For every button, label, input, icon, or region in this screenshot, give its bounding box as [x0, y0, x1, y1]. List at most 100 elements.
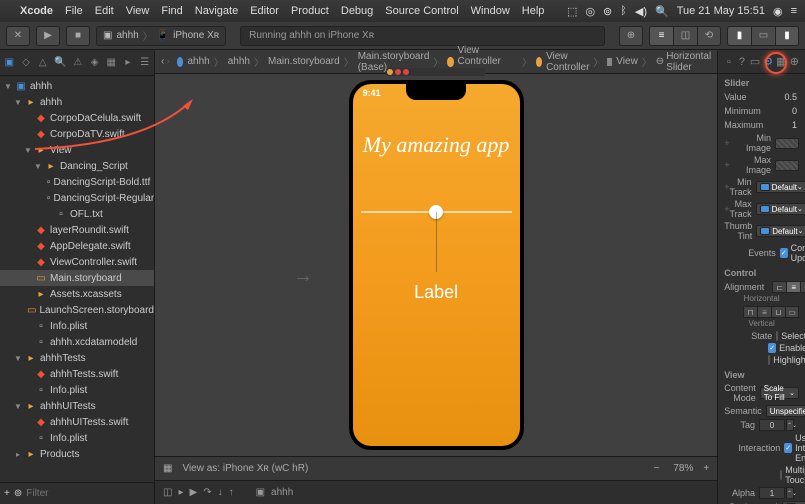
run-button[interactable]: ▶ — [36, 26, 60, 46]
report-tab[interactable]: ☰ — [139, 56, 150, 70]
tree-row[interactable]: ◆AppDelegate.swift — [0, 238, 154, 254]
slider-min[interactable]: 0 — [765, 106, 799, 116]
menu-find[interactable]: Find — [161, 5, 182, 17]
slider-value[interactable]: 0.5 — [751, 92, 799, 102]
filter-input[interactable] — [26, 488, 158, 499]
step-in[interactable]: ↓ — [218, 487, 223, 498]
continue-button[interactable]: ▶ — [189, 487, 197, 498]
jump-file[interactable]: Main.storyboard — [268, 56, 340, 67]
view-as[interactable]: View as: iPhone Xʀ (wC hR) — [182, 463, 308, 474]
tag-stepper[interactable]: ⌃⌄ — [759, 419, 799, 431]
menu-product[interactable]: Product — [291, 5, 329, 17]
standard-editor-button[interactable]: ≡ — [649, 26, 673, 46]
size-inspector-tab[interactable]: ▦ — [775, 54, 788, 70]
max-image[interactable] — [775, 160, 799, 171]
tree-row[interactable]: ◆ViewController.swift — [0, 254, 154, 270]
menu-file[interactable]: File — [65, 5, 83, 17]
zoom-out[interactable]: − — [654, 463, 660, 474]
toggle-navigator-button[interactable]: ▮ — [727, 26, 751, 46]
tree-row[interactable]: ▭LaunchScreen.storyboard — [0, 302, 154, 318]
tree-row[interactable]: ◆ahhhUITests.swift — [0, 414, 154, 430]
breakpoint-toggle[interactable]: ▸ — [178, 487, 183, 498]
symbol-tab[interactable]: △ — [37, 56, 48, 70]
tree-row[interactable]: ▭Main.storyboard — [0, 270, 154, 286]
jump-project[interactable]: ahhh — [187, 56, 209, 67]
find-tab[interactable]: 🔍 — [54, 56, 66, 70]
tree-row[interactable]: ▼▸View — [0, 142, 154, 158]
menu-view[interactable]: View — [126, 5, 150, 17]
tree-row[interactable]: ▫ahhh.xcdatamodeld — [0, 334, 154, 350]
debug-tab[interactable]: ▦ — [106, 56, 117, 70]
dropbox-icon[interactable]: ⬚ — [567, 5, 577, 18]
issue-tab[interactable]: ⚠ — [73, 56, 84, 70]
zoom-value[interactable]: 78% — [673, 463, 693, 474]
jump-view[interactable]: View — [616, 56, 638, 67]
tree-row[interactable]: ▫Info.plist — [0, 430, 154, 446]
continuous-check[interactable]: ✓ — [780, 248, 788, 258]
tree-row[interactable]: ▼▸Dancing_Script — [0, 158, 154, 174]
tree-row[interactable]: ▫OFL.txt — [0, 206, 154, 222]
wifi-icon[interactable]: ⊚ — [603, 5, 612, 18]
outline-toggle[interactable]: ▦ — [163, 463, 172, 474]
source-control-tab[interactable]: ◇ — [21, 56, 32, 70]
add-button[interactable]: + — [4, 488, 10, 499]
version-editor-button[interactable]: ⟲ — [697, 26, 721, 46]
stop-button[interactable]: ■ — [66, 26, 90, 46]
slider-max[interactable]: 1 — [767, 120, 799, 130]
test-tab[interactable]: ◈ — [89, 56, 100, 70]
menu-window[interactable]: Window — [471, 5, 510, 17]
file-inspector-tab[interactable]: ▫ — [722, 54, 735, 70]
jump-vc[interactable]: View Controller — [546, 51, 589, 73]
toggle-debug-button[interactable]: ▭ — [751, 26, 775, 46]
max-track[interactable]: Default — [756, 203, 805, 215]
help-inspector-tab[interactable]: ? — [735, 54, 748, 70]
content-mode[interactable]: Scale To Fill — [760, 387, 799, 399]
selected-check[interactable] — [776, 331, 778, 341]
tree-row[interactable]: ▸Assets.xcassets — [0, 286, 154, 302]
h-align[interactable]: ⊏≡⊐▭▬ — [772, 281, 805, 293]
step-over[interactable]: ↷ — [203, 487, 211, 498]
connections-inspector-tab[interactable]: ⊕ — [788, 54, 801, 70]
clock[interactable]: Tue 21 May 15:51 — [677, 5, 765, 17]
multitouch-check[interactable] — [780, 470, 782, 480]
tree-row[interactable]: ▫DancingScript-Regular.ttf — [0, 190, 154, 206]
tree-row[interactable]: ◆ahhhTests.swift — [0, 366, 154, 382]
tree-row[interactable]: ◆CorpoDaCelula.swift — [0, 110, 154, 126]
tree-row[interactable]: ▫DancingScript-Bold.ttf — [0, 174, 154, 190]
step-out[interactable]: ↑ — [229, 487, 234, 498]
attributes-inspector-tab[interactable]: ⚙ — [762, 54, 775, 70]
back-button[interactable]: ‹ — [161, 56, 164, 67]
menu-debug[interactable]: Debug — [341, 5, 373, 17]
thumb-tint[interactable]: Default — [756, 225, 805, 237]
user-interaction-check[interactable]: ✓ — [784, 443, 792, 453]
v-align[interactable]: ⊓≡⊔▭ — [743, 306, 799, 318]
forward-button[interactable]: › — [166, 56, 169, 67]
siri-icon[interactable]: ◉ — [773, 5, 783, 18]
project-navigator-tab[interactable]: ▣ — [4, 56, 15, 70]
alpha-stepper[interactable]: ⌃⌄ — [759, 487, 799, 499]
tree-row[interactable]: ▸▸Products — [0, 446, 154, 462]
menu-navigate[interactable]: Navigate — [195, 5, 238, 17]
tree-row[interactable]: ▼▸ahhhTests — [0, 350, 154, 366]
min-track[interactable]: Default — [756, 181, 805, 193]
menu-edit[interactable]: Edit — [95, 5, 114, 17]
tree-row[interactable]: ▼▸ahhh — [0, 94, 154, 110]
notification-icon[interactable]: ≡ — [791, 5, 797, 17]
search-icon[interactable]: 🔍 — [655, 5, 669, 18]
canvas[interactable]: → 9:41 My amazing app Label — [155, 74, 717, 456]
bluetooth-icon[interactable]: ᛒ — [620, 5, 627, 17]
app-title-label[interactable]: My amazing app — [353, 132, 520, 158]
assistant-editor-button[interactable]: ◫ — [673, 26, 697, 46]
spotlight-icon[interactable]: ◎ — [585, 5, 595, 18]
zoom-in[interactable]: + — [703, 463, 709, 474]
toggle-inspector-button[interactable]: ▮ — [775, 26, 799, 46]
breakpoint-tab[interactable]: ▸ — [123, 56, 134, 70]
debug-toggle[interactable]: ◫ — [163, 487, 172, 498]
scheme-selector[interactable]: ▣ ahhh 〉 📱 iPhone Xʀ — [96, 26, 226, 46]
debug-process[interactable]: ahhh — [271, 487, 293, 498]
volume-icon[interactable]: ◀︎) — [635, 5, 647, 18]
tree-row[interactable]: ▼▸ahhhUITests — [0, 398, 154, 414]
menu-help[interactable]: Help — [522, 5, 545, 17]
highlighted-check[interactable] — [768, 355, 770, 365]
semantic[interactable]: Unspecified — [766, 405, 805, 417]
